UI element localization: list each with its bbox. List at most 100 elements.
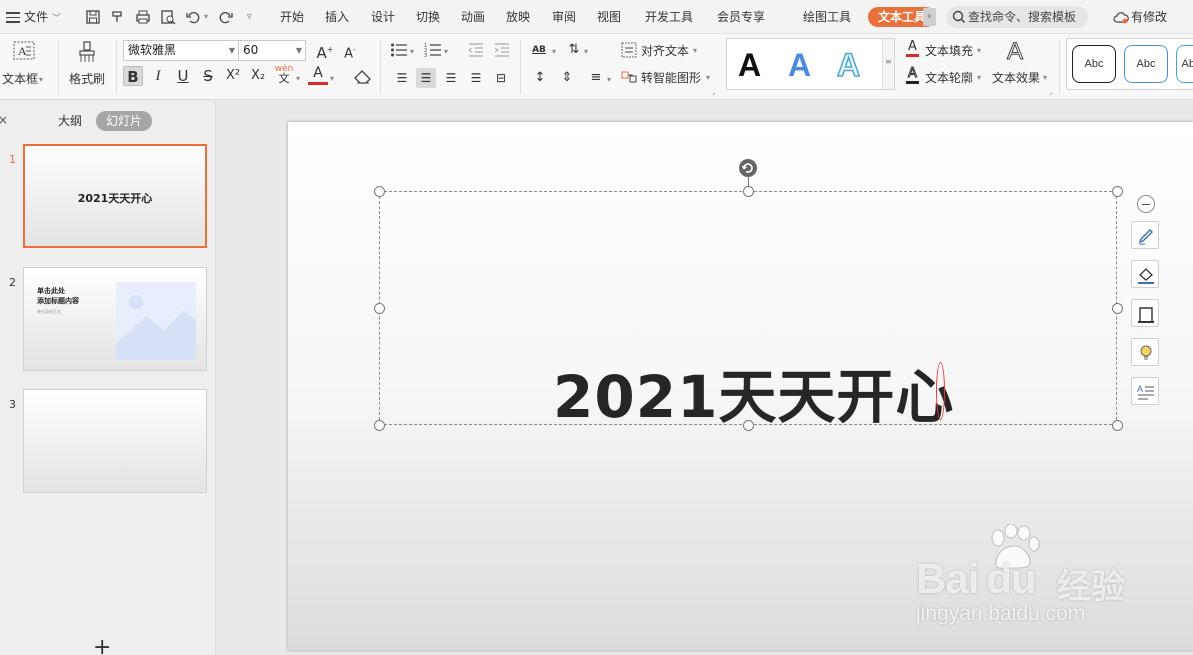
redo-icon[interactable] (218, 9, 234, 25)
format-painter-button[interactable]: 格式刷 (66, 38, 108, 96)
text-style-black[interactable]: A (738, 47, 761, 84)
font-size-select[interactable]: 60 ▼ (238, 40, 306, 61)
resize-handle-top-left[interactable] (374, 186, 385, 197)
brush-icon (1138, 229, 1153, 245)
slide-thumbnail-2[interactable]: 单击此处 添加标题内容 单击添加正文 (23, 267, 207, 371)
tab-review[interactable]: 审阅 (552, 0, 576, 34)
picture-icon (116, 295, 196, 360)
tab-view[interactable]: 视图 (597, 0, 621, 34)
tab-insert[interactable]: 插入 (325, 0, 349, 34)
text-format-icon: A (1137, 384, 1154, 400)
font-color-button[interactable]: A (308, 65, 328, 85)
justify-icon[interactable]: ☰ (466, 68, 486, 88)
tab-developer[interactable]: 开发工具 (645, 0, 693, 34)
image-placeholder (116, 282, 196, 360)
font-name-select[interactable]: 微软雅黑 ▼ (123, 40, 239, 61)
char-spacing-icon[interactable]: AB (528, 40, 550, 60)
text-effect-icon: A (1006, 38, 1024, 66)
line-spacing-icon[interactable]: ↕ (530, 68, 550, 88)
resize-handle-bottom-left[interactable] (374, 420, 385, 431)
underline-button[interactable]: U (173, 66, 193, 86)
decrease-font-size-icon[interactable]: A- (340, 40, 360, 61)
resize-handle-left[interactable] (374, 303, 385, 314)
numbered-list-dropdown-icon[interactable]: ▾ (444, 47, 448, 56)
text-style-outline-blue[interactable]: A (836, 46, 861, 84)
align-left-icon[interactable]: ☰ (392, 68, 412, 88)
line-spacing-options-icon[interactable]: ≡ (586, 68, 606, 88)
shape-style-blue[interactable]: Abc (1124, 45, 1168, 83)
slide-thumbnail-3[interactable] (23, 389, 207, 493)
textbox-button[interactable]: A 文本框 ▾ (0, 38, 44, 96)
menu-bar: 文件 ﹀ ▾ ▿ 开始 插入 设计 切换 动画 放映 审阅 视图 开发工具 会员专… (0, 0, 1193, 34)
paragraph-spacing-icon[interactable]: ⇕ (557, 68, 577, 88)
resize-handle-bottom-right[interactable] (1112, 420, 1123, 431)
tab-member[interactable]: 会员专享 (717, 0, 765, 34)
tab-home[interactable]: 开始 (280, 0, 304, 34)
undo-icon[interactable] (185, 9, 201, 25)
smart-suggestion-tool[interactable] (1131, 338, 1159, 366)
tab-slideshow[interactable]: 放映 (506, 0, 530, 34)
align-center-icon[interactable]: ☰ (416, 68, 436, 88)
rotate-handle-icon[interactable] (738, 158, 758, 178)
text-format-tool[interactable]: A (1131, 377, 1159, 405)
search-icon (952, 10, 966, 24)
text-direction-dropdown-icon[interactable]: ▾ (584, 47, 588, 56)
text-effect-button[interactable]: A 文本效果 ▾ (992, 38, 1052, 94)
collapse-toolbar-button[interactable] (1137, 195, 1155, 213)
bullet-list-icon[interactable] (390, 42, 408, 58)
customize-toolbar-icon[interactable]: ▿ (247, 0, 252, 34)
command-search[interactable]: 查找命令、搜索模板 (946, 6, 1088, 28)
paragraph-settings-icon[interactable]: ⌟ (712, 88, 715, 96)
format-brush-icon[interactable] (110, 9, 126, 25)
phonetic-guide-button[interactable]: wén 文 (274, 64, 294, 84)
tab-transition[interactable]: 切换 (416, 0, 440, 34)
print-icon[interactable] (135, 9, 151, 25)
resize-handle-top[interactable] (743, 186, 754, 197)
bold-button[interactable]: B (123, 66, 143, 86)
text-style-blue[interactable]: A (788, 47, 811, 84)
font-color-dropdown-icon[interactable]: ▾ (330, 74, 334, 83)
shape-style-black[interactable]: Abc (1072, 45, 1116, 83)
text-direction-icon[interactable]: ⇅ (564, 40, 584, 60)
tab-slides[interactable]: 幻灯片 (96, 111, 153, 131)
outline-tool[interactable] (1131, 299, 1159, 327)
file-menu[interactable]: 文件 ﹀ (6, 0, 61, 34)
tab-animation[interactable]: 动画 (461, 0, 485, 34)
tab-outline[interactable]: 大纲 (58, 111, 82, 131)
distribute-icon[interactable]: ⊟ (491, 68, 511, 88)
subscript-button[interactable]: X₂ (248, 66, 268, 86)
phonetic-dropdown-icon[interactable]: ▾ (296, 74, 300, 83)
resize-handle-top-right[interactable] (1112, 186, 1123, 197)
cloud-sync-status[interactable]: 有修改 (1113, 0, 1167, 34)
bullet-list-dropdown-icon[interactable]: ▾ (410, 47, 414, 56)
more-tabs-icon[interactable]: › (923, 8, 936, 26)
numbered-list-icon[interactable]: 123 (424, 42, 442, 58)
shape-style-lightblue[interactable]: Abc (1176, 45, 1193, 83)
tab-drawing-tools[interactable]: 绘图工具 (803, 0, 851, 34)
strikethrough-button[interactable]: S (198, 66, 218, 86)
increase-font-size-icon[interactable]: A+ (315, 40, 335, 62)
italic-button[interactable]: I (148, 66, 168, 86)
increase-indent-icon[interactable] (494, 42, 510, 58)
line-spacing-dropdown-icon[interactable]: ▾ (607, 75, 611, 84)
save-icon[interactable] (85, 9, 101, 25)
tab-design[interactable]: 设计 (371, 0, 395, 34)
eraser-icon[interactable] (354, 69, 372, 85)
collapse-panel-icon[interactable]: × (0, 113, 8, 127)
text-outline-icon: A (906, 66, 919, 84)
print-preview-icon[interactable] (160, 9, 176, 25)
align-right-icon[interactable]: ☰ (441, 68, 461, 88)
text-settings-icon[interactable]: ⌟ (1049, 88, 1052, 96)
gallery-more-icon[interactable]: ≡ (882, 39, 894, 89)
char-spacing-dropdown-icon[interactable]: ▾ (552, 47, 556, 56)
slide-thumbnail-1[interactable]: 2021天天开心 (23, 144, 207, 248)
resize-handle-right[interactable] (1112, 303, 1123, 314)
shape-style-tool[interactable] (1131, 221, 1159, 249)
fill-tool[interactable] (1131, 260, 1159, 288)
slide-title-text[interactable]: 2021天天开心 (553, 350, 954, 434)
search-placeholder: 查找命令、搜索模板 (968, 10, 1077, 24)
decrease-indent-icon[interactable] (468, 42, 484, 58)
undo-dropdown-icon[interactable]: ▾ (204, 0, 208, 34)
add-slide-button[interactable]: + (93, 637, 111, 655)
superscript-button[interactable]: X² (223, 66, 243, 86)
